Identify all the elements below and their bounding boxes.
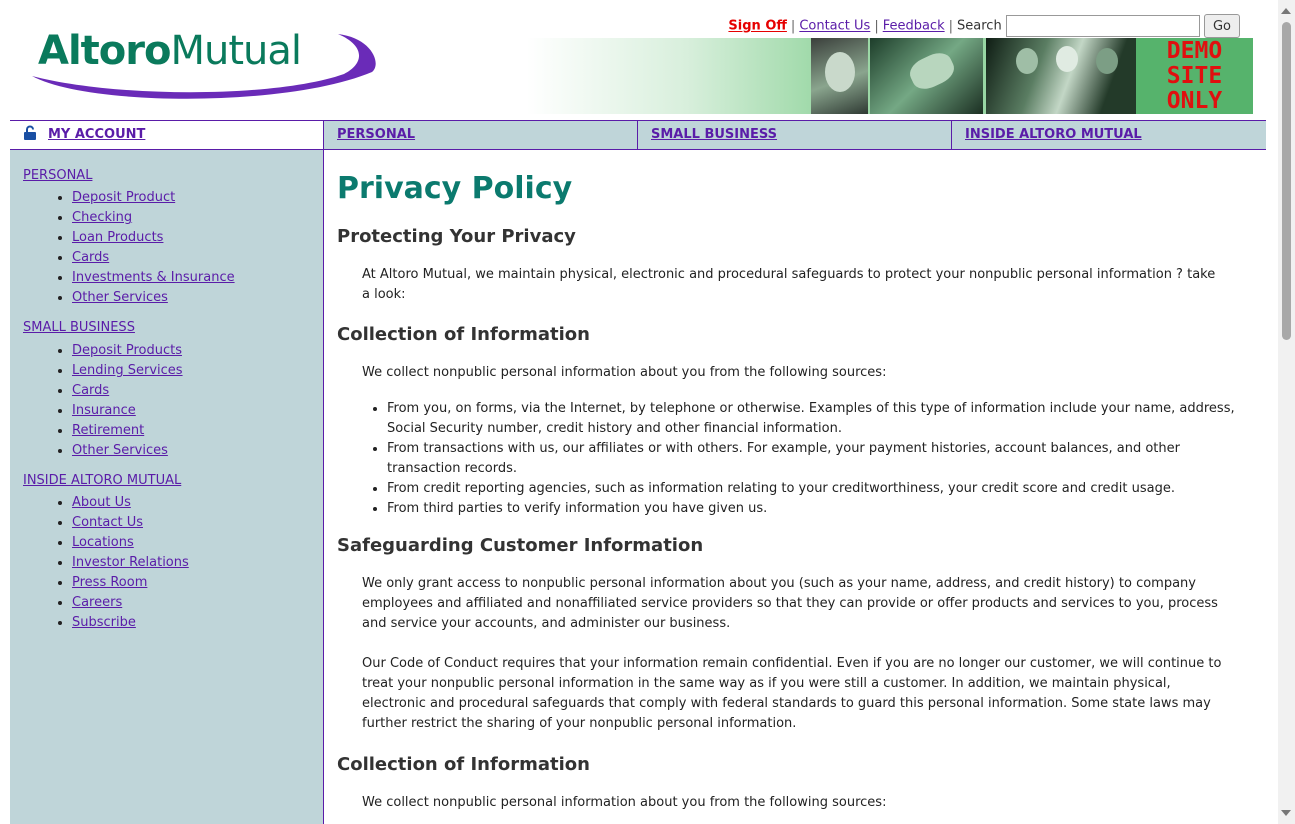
sidebar-item-other-services[interactable]: Other Services [72,443,168,458]
search-input[interactable] [1005,15,1200,37]
tab-inside-altoro-mutual[interactable]: INSIDE ALTORO MUTUAL [951,121,1266,149]
scroll-down-arrow-icon[interactable] [1281,810,1291,816]
sidebar-item: Careers [72,593,189,613]
tab-my-account[interactable]: MY ACCOUNT [10,121,323,149]
sidebar-item-checking[interactable]: Checking [72,210,132,225]
my-account-link[interactable]: MY ACCOUNT [48,127,145,142]
list-item: From transactions with us, our affiliate… [387,439,1257,479]
sidebar-item: Loan Products [72,228,235,248]
banner-photo-woman [811,38,868,114]
list-item: From credit reporting agencies, such as … [387,479,1257,499]
sidebar-item-loan-products[interactable]: Loan Products [72,230,163,245]
sidebar-item: Investments & Insurance [72,268,235,288]
sidebar-item: Checking [72,208,235,228]
paragraph-protecting-privacy: At Altoro Mutual, we maintain physical, … [362,267,1216,302]
sidebar-item-press-room[interactable]: Press Room [72,575,147,590]
sidebar-item: Other Services [72,441,183,461]
sidebar-item: Locations [72,533,189,553]
inside-altoro-link[interactable]: INSIDE ALTORO MUTUAL [965,127,1142,142]
heading-collection: Collection of Information [337,324,590,345]
scrollbar-thumb[interactable] [1282,22,1291,340]
sidebar-heading-small-business[interactable]: SMALL BUSINESS [23,320,135,335]
sidebar: PERSONAL Deposit Product Checking Loan P… [10,150,324,824]
sidebar-item-deposit-products[interactable]: Deposit Products [72,343,182,358]
search-label: Search [957,18,1002,34]
sidebar-item: Other Services [72,288,235,308]
sign-off-link[interactable]: Sign Off [728,19,787,34]
sidebar-item-insurance[interactable]: Insurance [72,403,136,418]
top-utility-bar: Sign Off | Contact Us | Feedback | Search Go [728,14,1240,38]
separator: | [948,18,954,34]
sidebar-item: Deposit Products [72,341,183,361]
separator: | [874,18,879,34]
paragraph-safeguarding-1: We only grant access to nonpublic person… [362,576,1218,631]
list-item: From third parties to verify information… [387,499,1257,519]
sidebar-item-cards[interactable]: Cards [72,250,109,265]
tab-small-business[interactable]: SMALL BUSINESS [637,121,951,149]
paragraph-collection-2: We collect nonpublic personal informatio… [362,795,887,810]
main-nav: MY ACCOUNT PERSONAL SMALL BUSINESS INSID… [10,120,1266,150]
sidebar-list-personal: Deposit Product Checking Loan Products C… [10,188,235,308]
separator: | [790,18,796,34]
personal-link[interactable]: PERSONAL [337,127,415,142]
sidebar-item: Contact Us [72,513,189,533]
demo-site-only-badge: DEMO SITE ONLY [1136,38,1253,114]
sidebar-item: About Us [72,493,189,513]
go-button[interactable]: Go [1203,14,1240,38]
sidebar-item: Cards [72,248,235,268]
sidebar-list-small-business: Deposit Products Lending Services Cards … [10,341,183,461]
sidebar-item: Retirement [72,421,183,441]
banner-photo-keyboard [870,38,983,114]
sidebar-item-investments[interactable]: Investments & Insurance [72,270,235,285]
banner-photo-business-team [986,38,1136,114]
sidebar-item-contact-us[interactable]: Contact Us [72,515,143,530]
page-title: Privacy Policy [337,171,573,206]
sidebar-item-careers[interactable]: Careers [72,595,122,610]
sidebar-heading-personal[interactable]: PERSONAL [23,168,92,183]
sidebar-item-subscribe[interactable]: Subscribe [72,615,136,630]
tab-personal[interactable]: PERSONAL [323,121,637,149]
sidebar-list-inside: About Us Contact Us Locations Investor R… [10,493,189,633]
sidebar-item-lending-services[interactable]: Lending Services [72,363,183,378]
sidebar-item: Insurance [72,401,183,421]
small-business-link[interactable]: SMALL BUSINESS [651,127,777,142]
heading-protecting-privacy: Protecting Your Privacy [337,226,576,247]
sidebar-item: Cards [72,381,183,401]
sidebar-item-cards[interactable]: Cards [72,383,109,398]
heading-safeguarding: Safeguarding Customer Information [337,535,704,556]
sidebar-item: Deposit Product [72,188,235,208]
sidebar-heading-inside[interactable]: INSIDE ALTORO MUTUAL [23,473,181,488]
sidebar-item: Investor Relations [72,553,189,573]
sidebar-item: Press Room [72,573,189,593]
sidebar-item-locations[interactable]: Locations [72,535,134,550]
paragraph-collection: We collect nonpublic personal informatio… [362,365,887,380]
sidebar-item-about-us[interactable]: About Us [72,495,131,510]
header-banner: DEMO SITE ONLY [527,38,1253,114]
sidebar-item-investor-relations[interactable]: Investor Relations [72,555,189,570]
feedback-link[interactable]: Feedback [883,19,945,34]
logo-text: AltoroMutual [38,28,302,74]
collection-sources-list: From you, on forms, via the Internet, by… [362,399,1257,519]
sidebar-item-other-services[interactable]: Other Services [72,290,168,305]
lock-icon [24,125,36,140]
scroll-up-arrow-icon[interactable] [1281,8,1291,14]
vertical-scrollbar[interactable] [1278,0,1295,824]
sidebar-item-deposit-product[interactable]: Deposit Product [72,190,175,205]
sidebar-item-retirement[interactable]: Retirement [72,423,144,438]
sidebar-item: Lending Services [72,361,183,381]
list-item: From you, on forms, via the Internet, by… [387,399,1257,439]
heading-collection-2: Collection of Information [337,754,590,775]
sidebar-item: Subscribe [72,613,189,633]
contact-us-link[interactable]: Contact Us [799,19,870,34]
altoro-mutual-logo[interactable]: AltoroMutual [26,28,378,100]
paragraph-safeguarding-2: Our Code of Conduct requires that your i… [362,656,1222,731]
